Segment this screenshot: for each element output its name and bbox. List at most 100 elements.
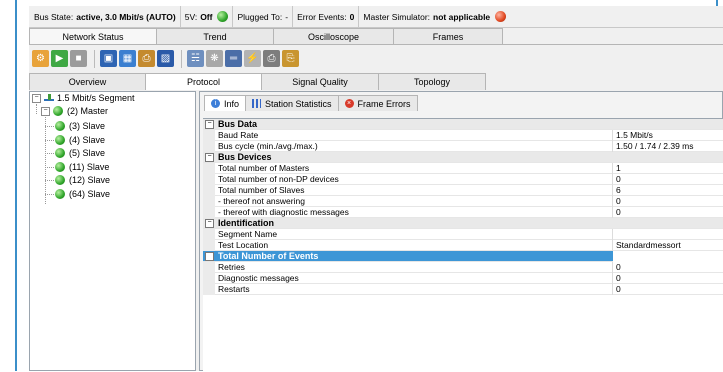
tree-item-slave[interactable]: (64) Slave	[55, 188, 110, 200]
tree-item-slave[interactable]: (11) Slave	[55, 161, 109, 173]
error-events-label: Error Events:	[297, 11, 347, 22]
open-icon[interactable]: ▦	[119, 50, 136, 67]
property-row[interactable]: Bus cycle (min./avg./max.) 1.50 / 1.74 /…	[203, 141, 723, 152]
property-value: 1.50 / 1.74 / 2.39 ms	[616, 141, 694, 151]
window-edge-left	[15, 0, 17, 371]
station-ok-icon	[55, 175, 65, 185]
category-bus-data[interactable]: − Bus Data	[203, 119, 723, 130]
property-row[interactable]: Total number of non-DP devices 0	[203, 174, 723, 185]
property-row[interactable]: Retries 0	[203, 262, 723, 273]
property-row[interactable]: Test Location Standardmessort	[203, 240, 723, 251]
property-label: Total number of Masters	[218, 163, 310, 173]
panel-tab-bar: i Info Station Statistics × Frame Errors	[204, 95, 418, 111]
tab-topology[interactable]: Topology	[378, 73, 486, 90]
collapse-icon[interactable]: −	[41, 106, 50, 116]
tab-frame-errors[interactable]: × Frame Errors	[337, 95, 418, 111]
property-label: Test Location	[218, 240, 269, 250]
info-icon: i	[211, 99, 220, 108]
tree-item-master[interactable]: − (2) Master	[41, 105, 108, 117]
play-icon[interactable]: ▶	[51, 50, 68, 67]
column-divider	[612, 207, 613, 218]
column-divider	[612, 163, 613, 174]
network-scan-icon[interactable]: ❋	[206, 50, 223, 67]
column-divider	[612, 174, 613, 185]
column-divider	[612, 196, 613, 207]
stop-icon[interactable]: ■	[70, 50, 87, 67]
collapse-icon[interactable]: −	[205, 219, 214, 228]
screenshot-icon[interactable]: ▨	[157, 50, 174, 67]
property-label: Bus cycle (min./avg./max.)	[218, 141, 318, 151]
tab-station-statistics[interactable]: Station Statistics	[245, 95, 339, 111]
property-value[interactable]: Standardmessort	[616, 240, 681, 251]
collapse-icon[interactable]: −	[205, 120, 214, 129]
power-segment: 5V: Off	[181, 6, 234, 27]
bus-icon[interactable]: ═	[225, 50, 242, 67]
row-gutter	[203, 229, 215, 240]
column-divider	[612, 240, 613, 251]
station-ok-icon	[53, 106, 63, 116]
tab-info[interactable]: i Info	[204, 95, 247, 111]
bus-state-label: Bus State:	[34, 11, 74, 22]
station-ok-icon	[55, 148, 65, 158]
tab-overview[interactable]: Overview	[29, 73, 146, 90]
property-row[interactable]: - thereof not answering 0	[203, 196, 723, 207]
tab-oscilloscope[interactable]: Oscilloscope	[273, 28, 394, 44]
category-identification[interactable]: − Identification	[203, 218, 723, 229]
tree-item-segment[interactable]: − 1.5 Mbit/s Segment	[32, 92, 135, 104]
tree-item-slave[interactable]: (3) Slave	[55, 120, 105, 132]
property-row[interactable]: Segment Name	[203, 229, 723, 240]
property-value: 6	[616, 185, 621, 195]
topology-icon[interactable]: ☵	[187, 50, 204, 67]
tab-network-status[interactable]: Network Status	[29, 28, 157, 44]
tab-station-statistics-label: Station Statistics	[265, 98, 332, 109]
collapse-icon[interactable]: −	[205, 153, 214, 162]
tree-item-label: (5) Slave	[69, 148, 106, 158]
save-icon[interactable]: ▣	[100, 50, 117, 67]
tab-signal-quality[interactable]: Signal Quality	[261, 73, 379, 90]
property-label: Diagnostic messages	[218, 273, 299, 283]
property-row[interactable]: Total number of Slaves 6	[203, 185, 723, 196]
tree-item-label: (3) Slave	[69, 121, 106, 131]
connect-icon[interactable]: ⚙	[32, 50, 49, 67]
toolbar: ⚙ ▶ ■ ▣ ▦ ⎙ ▨ ☵ ❋ ═ ⚡ ⎙ ⎘	[29, 46, 723, 71]
row-gutter	[203, 163, 215, 174]
property-row[interactable]: Baud Rate 1.5 Mbit/s	[203, 130, 723, 141]
collapse-icon[interactable]: −	[205, 252, 214, 261]
bus-state-segment: Bus State: active, 3.0 Mbit/s (AUTO)	[29, 6, 181, 27]
printer-icon[interactable]: ⎙	[263, 50, 280, 67]
segment-icon	[44, 93, 54, 103]
property-row[interactable]: Diagnostic messages 0	[203, 273, 723, 284]
tree-line	[45, 167, 54, 168]
property-label: - thereof with diagnostic messages	[218, 207, 349, 217]
print-icon[interactable]: ⎙	[138, 50, 155, 67]
property-label: Total number of Slaves	[218, 185, 305, 195]
tree-item-slave[interactable]: (12) Slave	[55, 174, 110, 186]
property-label: Segment Name	[218, 229, 278, 239]
category-bus-devices[interactable]: − Bus Devices	[203, 152, 723, 163]
column-divider	[612, 130, 613, 141]
tree-item-label: (64) Slave	[69, 189, 111, 199]
tree-item-label: (2) Master	[67, 106, 109, 116]
collapse-icon[interactable]: −	[32, 93, 41, 103]
row-gutter	[203, 262, 215, 273]
row-gutter	[203, 130, 215, 141]
property-row[interactable]: Restarts 0	[203, 284, 723, 295]
tree-item-label: (11) Slave	[69, 162, 110, 172]
property-row[interactable]: Total number of Masters 1	[203, 163, 723, 174]
tree-item-slave[interactable]: (5) Slave	[55, 147, 105, 159]
property-value: 0	[616, 284, 621, 294]
error-events-segment: Error Events: 0	[293, 6, 360, 27]
property-row[interactable]: - thereof with diagnostic messages 0	[203, 207, 723, 218]
plugged-value: -	[285, 11, 289, 22]
tree-line	[45, 194, 54, 195]
plugged-label: Plugged To:	[237, 11, 283, 22]
station-ok-icon	[55, 162, 65, 172]
plug-icon[interactable]: ⚡	[244, 50, 261, 67]
tab-frames[interactable]: Frames	[393, 28, 503, 44]
category-total-events[interactable]: − Total Number of Events	[203, 251, 723, 262]
property-grid: − Bus Data Baud Rate 1.5 Mbit/s Bus cycl…	[203, 118, 723, 372]
tree-item-slave[interactable]: (4) Slave	[55, 134, 105, 146]
tab-protocol[interactable]: Protocol	[145, 73, 262, 90]
tab-trend[interactable]: Trend	[156, 28, 274, 44]
copy-icon[interactable]: ⎘	[282, 50, 299, 67]
